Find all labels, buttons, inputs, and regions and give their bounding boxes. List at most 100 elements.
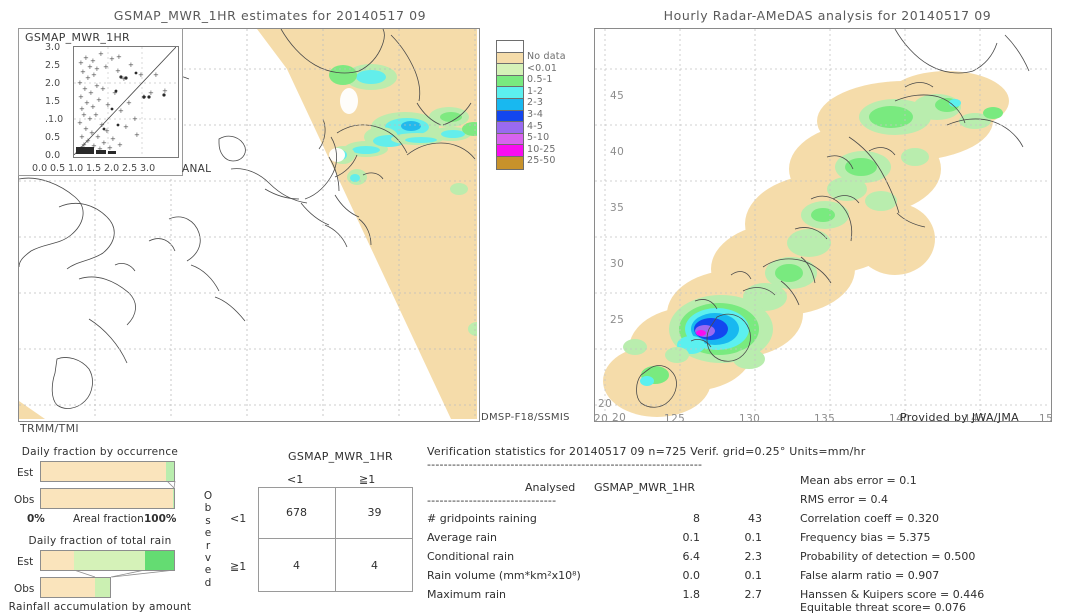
scatter-ytick-2: 2.0 <box>45 78 61 89</box>
bar-segment <box>74 551 145 570</box>
occurrence-title: Daily fraction by occurrence <box>21 446 179 458</box>
scatter-ytick-6: 0.0 <box>45 150 61 161</box>
legend-row: 5-10 <box>496 132 566 146</box>
verification-col-model: GSMAP_MWR_1HR <box>594 481 696 494</box>
svg-text:+: + <box>107 144 113 152</box>
right-map-ytick-20-inner: 20 <box>612 412 627 424</box>
right-map-xtick-150: 15 <box>1039 413 1054 425</box>
left-footer-right: DMSP-F18/SSMIS <box>481 412 570 423</box>
left-panel-title: GSMAP_MWR_1HR estimates for 20140517 09 <box>113 8 427 23</box>
score-rms-error: RMS error = 0.4 <box>800 493 888 506</box>
legend-row: 3-4 <box>496 109 566 123</box>
legend-row: 2-3 <box>496 97 566 111</box>
svg-text:+: + <box>138 71 144 79</box>
verification-row-analysed-0: 8 <box>693 512 700 525</box>
legend-row: 25-50 <box>496 155 566 170</box>
occurrence-est-label: Est <box>17 467 34 479</box>
verification-row-label-0: # gridpoints raining <box>427 512 537 525</box>
svg-text:+: + <box>116 53 122 61</box>
contingency-cell-1-1: 4 <box>371 559 378 572</box>
verification-row-model-2: 2.3 <box>744 550 763 563</box>
svg-text:+: + <box>103 63 109 71</box>
legend-row: 4-5 <box>496 121 566 134</box>
contingency-col-header-0: <1 <box>287 473 304 486</box>
score-equitable-threat: Equitable threat score= 0.076 <box>800 601 966 614</box>
scatter-ytick-0: 3.0 <box>45 42 61 53</box>
legend-label: No data <box>527 51 566 63</box>
total-rain-obs-label: Obs <box>14 583 35 595</box>
legend-row <box>496 40 566 53</box>
svg-text:+: + <box>94 65 100 73</box>
bar-segment <box>172 489 174 508</box>
svg-text:+: + <box>115 67 121 75</box>
legend-row: 0.5-1 <box>496 74 566 88</box>
contingency-cell-1-0: 4 <box>293 559 300 572</box>
verification-row-model-1: 0.1 <box>744 531 763 544</box>
legend-label: 1-2 <box>527 85 544 97</box>
svg-text:+: + <box>117 141 123 149</box>
svg-text:+: + <box>96 96 102 104</box>
scatter-xtick-5: 2.5 <box>122 163 138 174</box>
right-map-ytick-40: 40 <box>610 146 625 158</box>
score-hanssen-kuipers: Hanssen & Kuipers score = 0.446 <box>800 588 985 601</box>
right-map-xtick-120: 20 <box>594 413 609 425</box>
verification-row-model-3: 0.1 <box>744 569 763 582</box>
svg-text:+: + <box>123 123 129 131</box>
legend-label: 0.5-1 <box>527 74 553 86</box>
verification-row-label-4: Maximum rain <box>427 588 506 601</box>
total-rain-est-bar <box>40 550 175 571</box>
right-map-ytick-35: 35 <box>610 202 625 214</box>
contingency-cell-0-0: 678 <box>286 506 307 519</box>
legend-label: 3-4 <box>527 109 544 121</box>
legend-row: No data <box>496 51 566 65</box>
contingency-observed-label: Observed <box>203 490 213 589</box>
svg-text:+: + <box>90 57 96 65</box>
scatter-inset-plot: + + + + + + + + + + + + + + + + + + + + + + + + + + + + + + … <box>73 46 179 158</box>
left-footer-left: TRMM/TMI <box>20 422 79 435</box>
verification-row-model-0: 43 <box>748 512 762 525</box>
contingency-row-header-0: <1 <box>230 512 247 525</box>
verification-row-analysed-4: 1.8 <box>682 588 701 601</box>
score-probability-of-detection: Probability of detection = 0.500 <box>800 550 976 563</box>
scatter-xtick-1: 0.5 <box>50 163 66 174</box>
colorbar-legend: No data <0.01 0.5-1 1-2 2-3 3-4 4-5 5-10… <box>496 40 566 170</box>
total-rain-title: Daily fraction of total rain <box>28 535 172 547</box>
score-false-alarm-ratio: False alarm ratio = 0.907 <box>800 569 940 582</box>
right-map-credit: Provided by JWA/JMA <box>900 411 1019 424</box>
right-map-xtick-130: 130 <box>739 413 761 425</box>
contingency-row-header-1: ≧1 <box>230 560 247 573</box>
scatter-xlabel: ANAL <box>182 163 212 175</box>
svg-text:+: + <box>110 135 116 143</box>
legend-label: <0.01 <box>527 62 558 74</box>
occurrence-connector <box>166 481 176 489</box>
verification-row-analysed-3: 0.0 <box>682 569 701 582</box>
score-correlation-coeff: Correlation coeff = 0.320 <box>800 512 939 525</box>
verification-row-label-1: Average rain <box>427 531 497 544</box>
scatter-xtick-4: 2.0 <box>104 163 120 174</box>
right-map-ytick-45: 45 <box>610 90 625 102</box>
right-map-ytick-20: 20 <box>598 398 613 410</box>
legend-row: 10-25 <box>496 143 566 157</box>
occurrence-axis-left: 0% <box>27 513 45 525</box>
scatter-ytick-4: .1.0 <box>45 114 64 125</box>
bar-segment <box>41 578 95 597</box>
bar-segment <box>144 551 174 570</box>
occurrence-est-bar <box>40 461 175 482</box>
svg-text:+: + <box>109 55 115 63</box>
svg-text:+: + <box>134 131 140 139</box>
contingency-title: GSMAP_MWR_1HR <box>288 450 393 463</box>
verification-row-analysed-1: 0.1 <box>682 531 701 544</box>
scatter-ytick-3: 1.5 <box>45 96 61 107</box>
occurrence-axis-right: 100% <box>144 513 177 525</box>
bar-segment <box>165 462 174 481</box>
legend-label: 10-25 <box>527 143 556 155</box>
verification-row-analysed-2: 6.4 <box>682 550 701 563</box>
legend-row: 1-2 <box>496 85 566 99</box>
contingency-col-header-1: ≧1 <box>359 473 376 486</box>
scatter-xtick-2: 1.0 <box>68 163 84 174</box>
scatter-xtick-3: 1.5 <box>86 163 102 174</box>
svg-text:+: + <box>132 115 138 123</box>
verification-divider-short: ------------------------------- <box>427 494 557 507</box>
scatter-ytick-1: 2.5 <box>45 60 61 71</box>
scatter-inset-title: GSMAP_MWR_1HR <box>25 31 130 44</box>
